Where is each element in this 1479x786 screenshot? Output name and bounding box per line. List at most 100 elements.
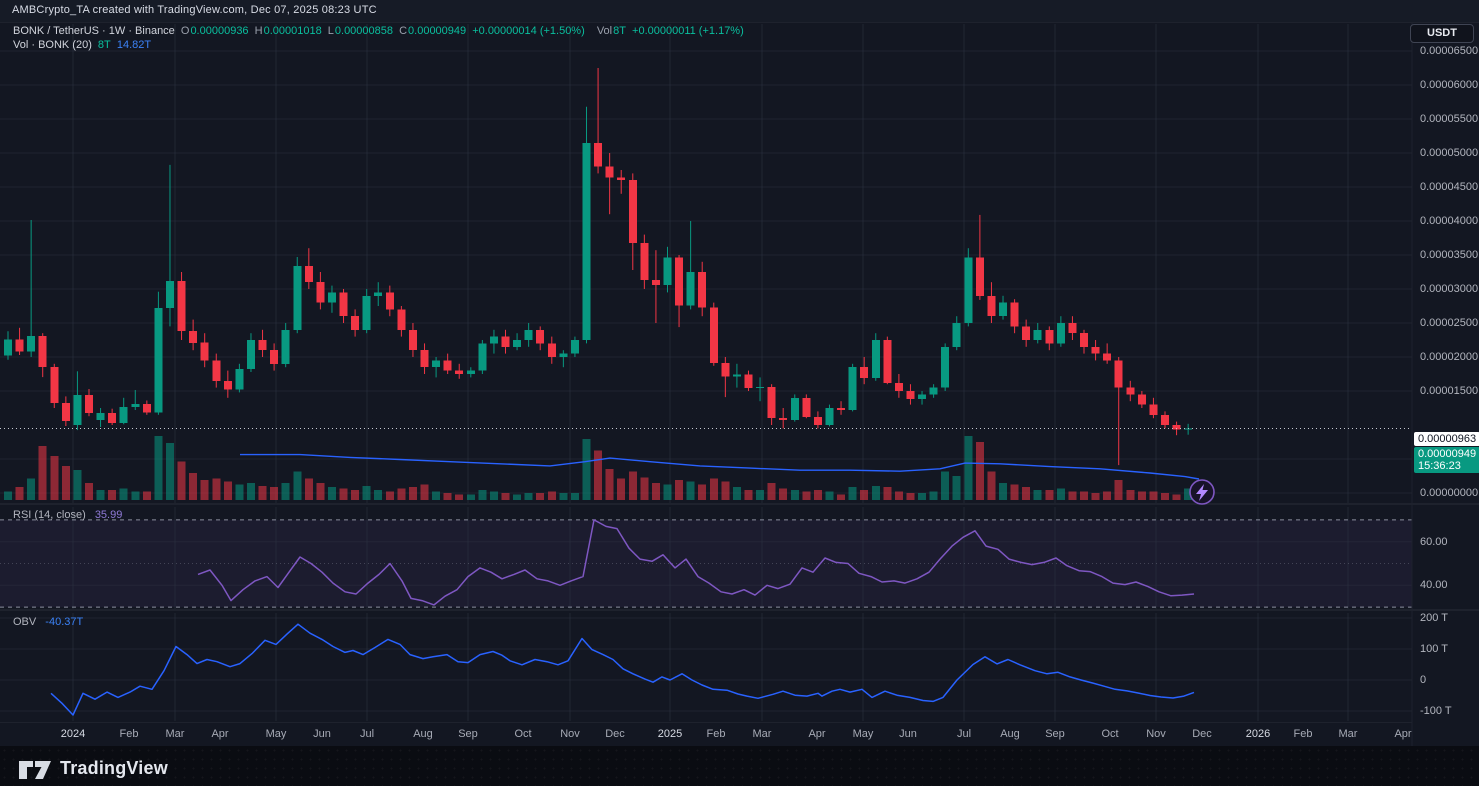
candle-body: [432, 360, 440, 367]
volume-bar: [536, 493, 544, 500]
candle-body: [814, 417, 822, 425]
close-value: 0.00000949: [408, 25, 466, 37]
footer-bar: TradingView: [0, 746, 1479, 786]
price-axis-label: 0.00004000: [1420, 215, 1478, 227]
time-axis-month-label: Mar: [166, 728, 185, 740]
price-axis-label: 0.00000000: [1420, 487, 1478, 499]
candle-body: [802, 398, 810, 417]
candle-body: [941, 347, 949, 388]
volume-bar: [1115, 480, 1123, 500]
volume-bar: [16, 487, 24, 500]
tradingview-chart-window: AMBCrypto_TA created with TradingView.co…: [0, 0, 1479, 786]
time-axis-month-label: Aug: [1000, 728, 1020, 740]
volume-bar: [1092, 493, 1100, 500]
change-value: +0.00000014 (+1.50%): [472, 25, 585, 37]
candle-body: [73, 395, 81, 425]
candle-body: [1115, 360, 1123, 387]
time-axis-month-label: Feb: [1294, 728, 1313, 740]
candle-body: [247, 340, 255, 369]
open-label: O: [181, 25, 190, 37]
volume-bar: [305, 479, 313, 500]
volume-bar: [397, 489, 405, 500]
candle-body: [154, 308, 162, 413]
time-axis-year-label: 2025: [658, 728, 682, 740]
candle-body: [930, 388, 938, 395]
candle-body: [4, 339, 12, 355]
volume-bar: [259, 486, 267, 500]
time-axis-year-label: 2024: [61, 728, 85, 740]
price-axis-label: 0.00001500: [1420, 385, 1478, 397]
volume-bar: [293, 472, 301, 500]
candle-body: [849, 367, 857, 410]
volume-bar: [675, 480, 683, 500]
volume-bar: [478, 490, 486, 500]
volume-bar: [698, 484, 706, 500]
volume-bar: [525, 493, 533, 500]
volume-indicator-legend-row[interactable]: Vol · BONK (20) 8T 14.82T: [13, 39, 154, 51]
current-price-tag[interactable]: 0.00000949 15:36:23: [1414, 447, 1479, 473]
candle-body: [745, 375, 753, 388]
candle-body: [50, 367, 58, 403]
volume-bar: [363, 486, 371, 500]
volume-bar: [999, 483, 1007, 500]
candle-body: [675, 258, 683, 306]
candle-body: [143, 404, 151, 413]
candle-body: [791, 398, 799, 420]
obv-axis-label: 200 T: [1420, 612, 1448, 624]
volume-bar: [467, 494, 475, 500]
time-axis-month-label: Aug: [413, 728, 433, 740]
volume-change: +0.00000011 (+1.17%): [632, 25, 744, 37]
volume-bar: [664, 484, 672, 500]
tradingview-logo-icon: [18, 754, 52, 782]
bar-close-countdown: 15:36:23: [1418, 460, 1476, 472]
candle-body: [872, 340, 880, 378]
candle-body: [1022, 326, 1030, 340]
time-axis-month-label: Apr: [211, 728, 228, 740]
vol-ma-value: 14.82T: [117, 39, 151, 51]
time-axis-month-label: Dec: [605, 728, 625, 740]
time-axis-month-label: Jul: [957, 728, 971, 740]
candle-body: [1138, 394, 1146, 404]
candle-body: [235, 369, 243, 389]
price-tag-secondary[interactable]: 0.00000963: [1414, 432, 1479, 446]
rsi-value: 35.99: [95, 509, 123, 521]
price-axis-label: 0.00006500: [1420, 45, 1478, 57]
obv-legend-row[interactable]: OBV -40.37T: [13, 616, 83, 628]
volume-bar: [224, 482, 232, 501]
time-axis[interactable]: 2024FebMarAprMayJunJulAugSepOctNovDec202…: [0, 722, 1412, 747]
price-axis[interactable]: 0.00000963 0.00000949 15:36:23 0.0000650…: [1412, 22, 1479, 722]
volume-bar: [687, 482, 695, 501]
time-axis-month-label: Apr: [1394, 728, 1411, 740]
chart-canvas[interactable]: [0, 0, 1479, 786]
candle-body: [374, 292, 382, 295]
volume-bar: [340, 489, 348, 500]
candle-body: [860, 367, 868, 378]
time-axis-month-label: May: [266, 728, 287, 740]
candle-body: [594, 143, 602, 167]
chart-background: [0, 0, 1479, 746]
tradingview-wordmark: TradingView: [60, 758, 168, 779]
volume-bar: [895, 492, 903, 501]
volume-bar: [1068, 492, 1076, 501]
volume-bar: [837, 494, 845, 500]
candle-body: [629, 180, 637, 243]
candle-body: [525, 330, 533, 340]
candle-body: [85, 395, 93, 413]
rsi-legend-row[interactable]: RSI (14, close) 35.99: [13, 509, 122, 521]
volume-bar: [62, 466, 70, 500]
time-axis-year-label: 2026: [1246, 728, 1270, 740]
volume-bar: [235, 484, 243, 500]
price-axis-label: 0.00002500: [1420, 317, 1478, 329]
candle-body: [826, 408, 834, 425]
volume-bar: [1173, 494, 1181, 500]
candle-body: [698, 272, 706, 307]
time-axis-month-label: Mar: [1339, 728, 1358, 740]
time-axis-month-label: Nov: [1146, 728, 1166, 740]
time-axis-month-label: Feb: [707, 728, 726, 740]
tradingview-brand[interactable]: TradingView: [18, 754, 168, 782]
volume-bar: [571, 493, 579, 500]
currency-toggle-button[interactable]: USDT: [1410, 24, 1474, 43]
symbol-legend-row[interactable]: BONK / TetherUS · 1W · Binance O0.000009…: [13, 25, 747, 37]
price-axis-label: 0.00002000: [1420, 351, 1478, 363]
candle-body: [988, 296, 996, 316]
